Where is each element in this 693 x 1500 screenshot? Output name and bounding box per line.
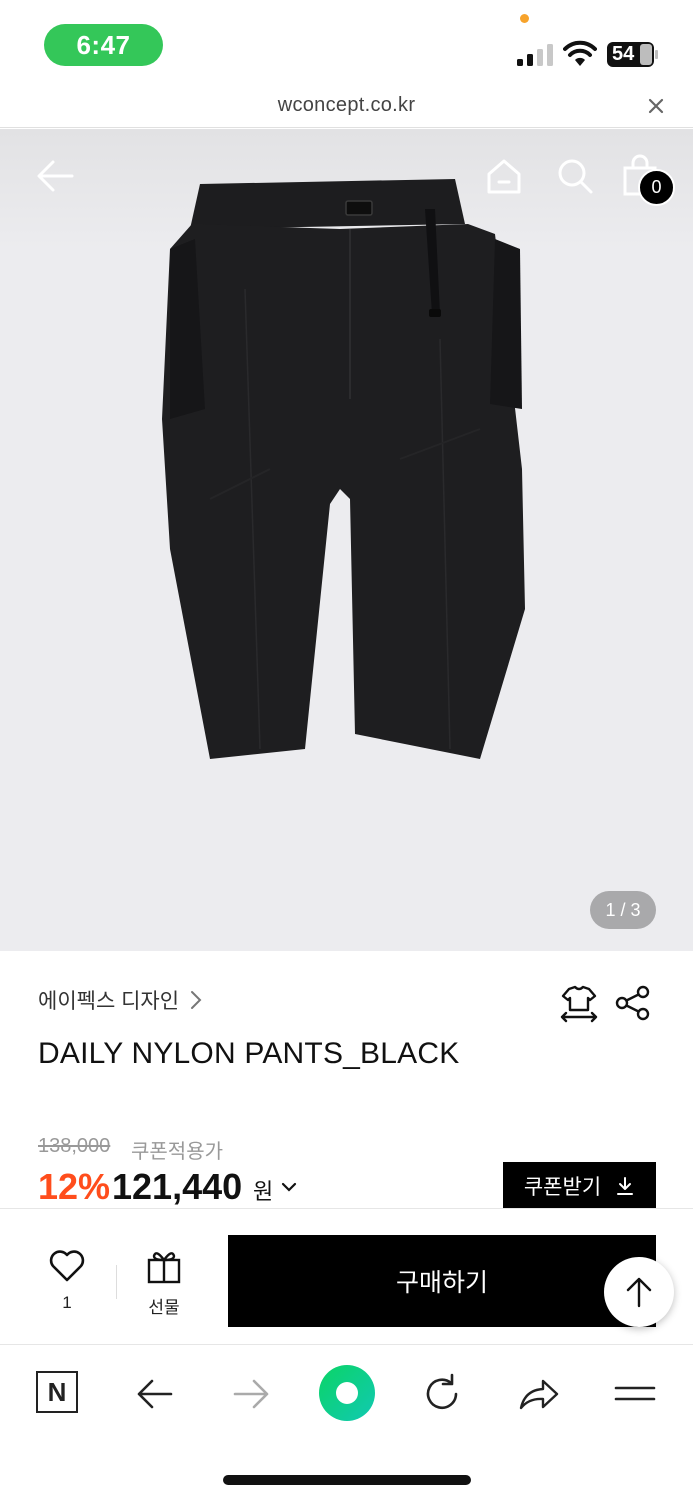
battery-icon: 54	[607, 42, 659, 67]
divider	[116, 1265, 117, 1299]
purchase-action-bar: 1 선물 구매하기	[0, 1208, 693, 1344]
menu-icon[interactable]	[613, 1372, 657, 1416]
back-arrow-icon[interactable]	[36, 159, 76, 193]
like-button[interactable]: 1	[40, 1249, 94, 1319]
privacy-indicator-dot	[520, 14, 529, 23]
get-coupon-button[interactable]: 쿠폰받기	[503, 1162, 656, 1210]
home-icon[interactable]	[484, 156, 524, 196]
cellular-signal-icon	[517, 44, 553, 66]
sale-price: 121,440	[112, 1166, 243, 1207]
url-bar[interactable]: wconcept.co.kr	[0, 88, 693, 128]
product-name: DAILY NYLON PANTS_BLACK	[38, 1037, 460, 1070]
image-pager: 1 / 3	[590, 891, 656, 929]
status-time: 6:47	[44, 24, 163, 66]
naver-home-button[interactable]: N	[36, 1371, 78, 1413]
status-bar: 6:47 54	[0, 0, 693, 88]
coupon-price-note: 쿠폰적용가	[131, 1141, 223, 1163]
browser-forward-icon[interactable]	[229, 1372, 273, 1416]
home-indicator[interactable]	[223, 1475, 471, 1485]
gift-icon	[147, 1252, 181, 1284]
refresh-icon[interactable]	[420, 1372, 464, 1416]
get-coupon-label: 쿠폰받기	[523, 1176, 602, 1199]
discount-rate: 12%	[38, 1166, 111, 1207]
chevron-right-icon	[191, 991, 202, 1009]
battery-level: 54	[612, 43, 635, 65]
close-icon[interactable]	[645, 95, 667, 117]
share-arrow-icon[interactable]	[517, 1372, 561, 1416]
currency-unit: 원	[253, 1179, 274, 1204]
brand-name: 에이펙스 디자인	[38, 990, 180, 1013]
buy-button[interactable]: 구매하기	[228, 1235, 656, 1327]
share-icon[interactable]	[614, 984, 652, 1022]
arrow-up-icon	[626, 1277, 652, 1308]
download-icon	[617, 1177, 634, 1195]
gift-label: 선물	[148, 1298, 180, 1317]
green-dot-icon	[336, 1382, 358, 1404]
url-text[interactable]: wconcept.co.kr	[0, 94, 693, 117]
original-price: 138,000	[38, 1135, 111, 1157]
wifi-icon	[563, 40, 597, 66]
search-icon[interactable]	[555, 156, 595, 196]
product-image	[162, 179, 525, 759]
size-guide-icon[interactable]	[559, 983, 599, 1023]
like-count: 1	[62, 1293, 72, 1312]
chevron-down-icon[interactable]	[280, 1180, 298, 1194]
brand-link[interactable]: 에이펙스 디자인	[38, 985, 203, 1015]
cart-count-badge: 0	[638, 169, 675, 206]
browser-back-icon[interactable]	[133, 1372, 177, 1416]
product-image-carousel[interactable]: 0 1 / 3	[0, 129, 693, 951]
gift-button[interactable]: 선물	[136, 1249, 192, 1319]
browser-toolbar: N	[0, 1344, 693, 1500]
heart-icon	[49, 1250, 85, 1282]
scroll-to-top-button[interactable]	[604, 1257, 674, 1327]
naver-green-dot-button[interactable]	[319, 1365, 375, 1421]
